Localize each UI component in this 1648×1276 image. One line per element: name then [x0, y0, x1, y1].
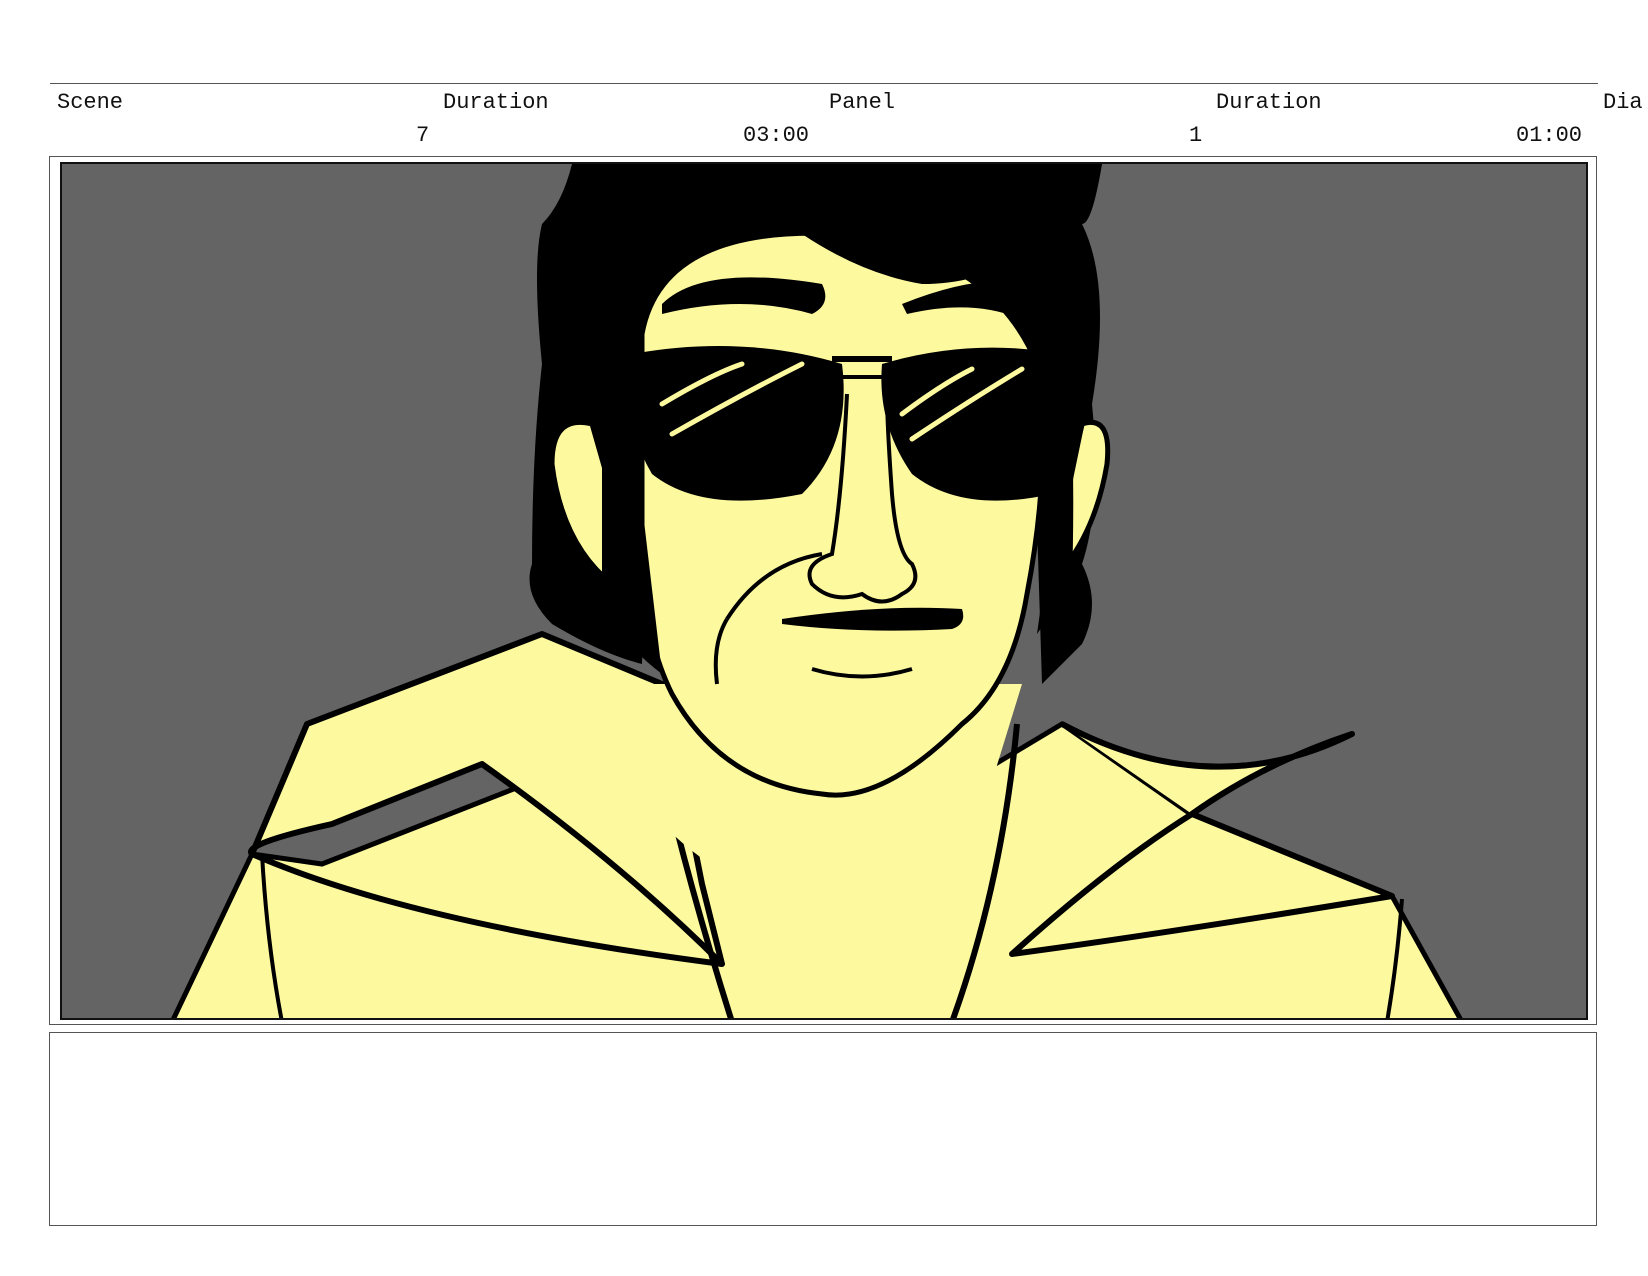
sunglasses-left-lens — [629, 346, 844, 501]
panel-illustration — [171, 164, 1463, 1018]
panel-image — [60, 162, 1588, 1020]
panel-label: Panel — [829, 90, 896, 115]
panel-duration-value: 01:00 — [1516, 123, 1583, 148]
header-rule — [50, 83, 1598, 84]
dialogue-label: Dia — [1603, 90, 1643, 115]
panel-number: 1 — [1189, 123, 1203, 148]
panel-duration-label: Duration — [1216, 90, 1322, 115]
notes-box[interactable] — [49, 1032, 1597, 1226]
scene-label: Scene — [57, 90, 124, 115]
scene-duration-value: 03:00 — [743, 123, 810, 148]
scene-number: 7 — [416, 123, 430, 148]
scene-duration-label: Duration — [443, 90, 549, 115]
